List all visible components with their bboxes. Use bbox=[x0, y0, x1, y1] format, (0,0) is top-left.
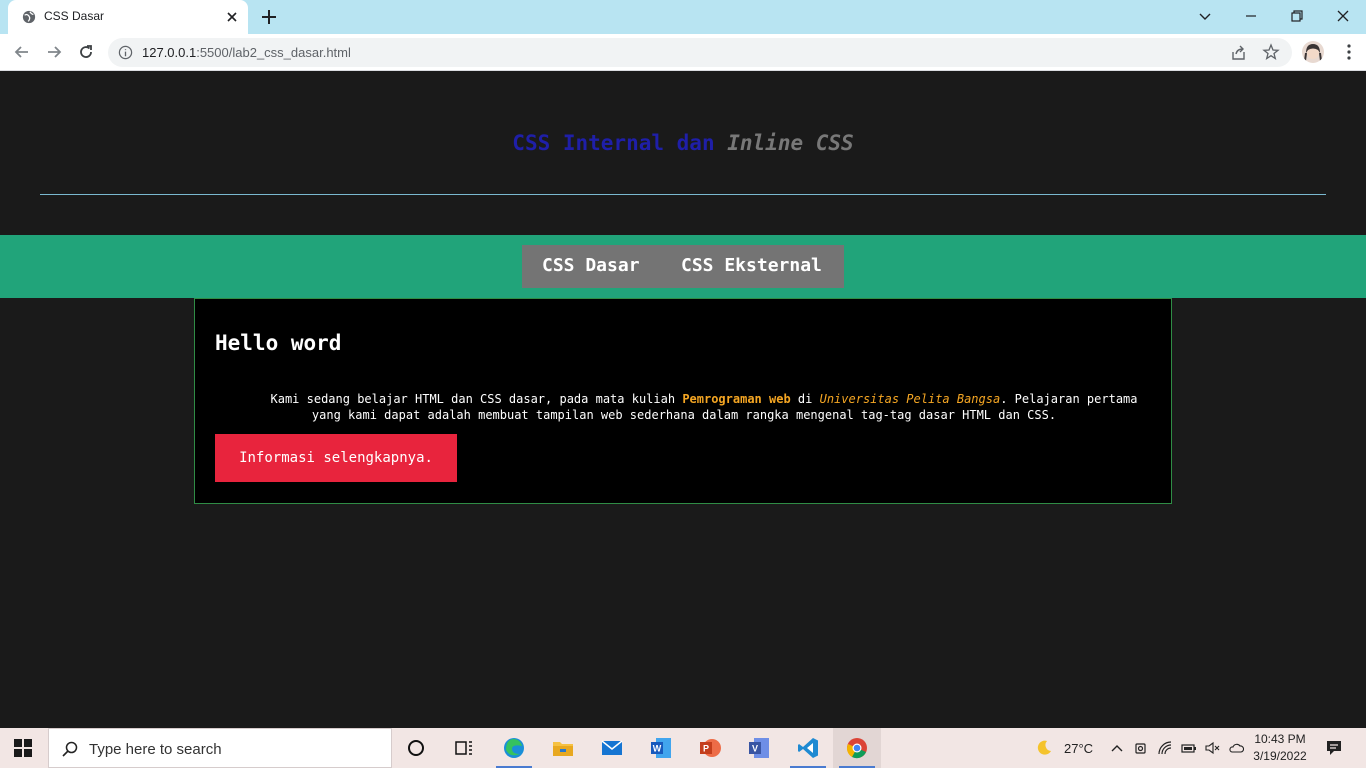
weather-temperature[interactable]: 27°C bbox=[1064, 741, 1093, 756]
search-icon bbox=[62, 741, 78, 757]
paragraph-text-1: Kami sedang belajar HTML dan CSS dasar, … bbox=[270, 392, 683, 406]
page-title-blue: CSS Internal dan bbox=[512, 131, 715, 155]
mail-icon bbox=[601, 740, 623, 755]
menu-kebab-icon[interactable] bbox=[1340, 43, 1358, 61]
search-placeholder: Type here to search bbox=[89, 741, 222, 758]
show-hidden-icons-chevron-icon[interactable] bbox=[1109, 740, 1125, 756]
edge-icon bbox=[504, 738, 524, 758]
word-icon: W bbox=[651, 738, 671, 758]
url-host: 127.0.0.1 bbox=[142, 45, 197, 60]
wifi-icon[interactable] bbox=[1157, 740, 1173, 756]
taskbar-search-box[interactable]: Type here to search bbox=[48, 728, 392, 768]
highlight-course: Pemrograman web bbox=[682, 392, 791, 406]
browser-tab-strip: CSS Dasar bbox=[0, 0, 1366, 34]
browser-toolbar: 127.0.0.1:5500/lab2_css_dasar.html bbox=[0, 34, 1366, 71]
globe-icon bbox=[22, 10, 36, 24]
nav-menu: CSS Dasar CSS Eksternal bbox=[522, 245, 844, 288]
profile-avatar[interactable] bbox=[1302, 41, 1324, 63]
taskbar-cortana[interactable] bbox=[392, 728, 440, 768]
svg-text:V: V bbox=[752, 744, 758, 754]
restore-icon[interactable] bbox=[1287, 6, 1307, 26]
content-card: Hello word Kami sedang belajar HTML dan … bbox=[194, 298, 1172, 504]
forward-icon[interactable] bbox=[44, 42, 64, 62]
battery-icon[interactable] bbox=[1181, 740, 1197, 756]
chrome-icon bbox=[847, 738, 867, 759]
share-icon[interactable] bbox=[1230, 44, 1248, 62]
close-tab-icon[interactable] bbox=[224, 9, 240, 25]
page-title: CSS Internal dan Inline CSS bbox=[0, 131, 1366, 155]
clock-time: 10:43 PM bbox=[1254, 732, 1306, 746]
taskbar-clock[interactable]: 10:43 PM 3/19/2022 bbox=[1252, 731, 1308, 765]
weather-moon-icon[interactable] bbox=[1035, 739, 1053, 757]
card-title: Hello word bbox=[215, 331, 342, 355]
url-path: :5500/lab2_css_dasar.html bbox=[196, 45, 351, 60]
nav-link-css-eksternal[interactable]: CSS Eksternal bbox=[681, 255, 822, 276]
folder-icon bbox=[553, 742, 573, 756]
horizontal-rule bbox=[40, 194, 1326, 195]
nav-link-css-dasar[interactable]: CSS Dasar bbox=[542, 255, 640, 276]
windows-start-icon[interactable] bbox=[14, 739, 32, 757]
taskbar-file-explorer[interactable] bbox=[539, 728, 587, 768]
nav-band: CSS Dasar CSS Eksternal bbox=[0, 235, 1366, 298]
address-bar[interactable]: 127.0.0.1:5500/lab2_css_dasar.html bbox=[108, 38, 1292, 67]
new-tab-icon[interactable] bbox=[260, 8, 278, 26]
taskbar-mail[interactable] bbox=[588, 728, 636, 768]
reload-icon[interactable] bbox=[76, 42, 96, 62]
page-title-italic: Inline CSS bbox=[727, 131, 854, 155]
web-page: CSS Internal dan Inline CSS CSS Dasar CS… bbox=[0, 71, 1366, 728]
onedrive-cloud-icon[interactable] bbox=[1228, 740, 1244, 756]
card-paragraph: Kami sedang belajar HTML dan CSS dasar, … bbox=[215, 391, 1153, 423]
taskbar-word[interactable]: W bbox=[637, 728, 685, 768]
tab-search-chevron-icon[interactable] bbox=[1195, 6, 1215, 26]
notifications-icon[interactable] bbox=[1325, 739, 1343, 757]
task-view-icon bbox=[455, 741, 472, 755]
powerpoint-icon: P bbox=[700, 739, 721, 757]
volume-muted-icon[interactable] bbox=[1204, 740, 1220, 756]
avatar-icon bbox=[1304, 44, 1322, 62]
browser-tab[interactable]: CSS Dasar bbox=[8, 0, 248, 34]
svg-text:P: P bbox=[703, 744, 709, 754]
taskbar-vscode[interactable] bbox=[784, 728, 832, 768]
site-info-icon[interactable] bbox=[118, 45, 133, 60]
taskbar-chrome[interactable] bbox=[833, 728, 881, 768]
visio-icon: V bbox=[749, 738, 769, 758]
taskbar-visio[interactable]: V bbox=[735, 728, 783, 768]
tab-title: CSS Dasar bbox=[44, 9, 105, 23]
bookmark-star-icon[interactable] bbox=[1262, 43, 1280, 61]
highlight-university: Universitas Pelita Bangsa bbox=[819, 392, 1001, 406]
window-close-icon[interactable] bbox=[1333, 6, 1353, 26]
windows-taskbar: Type here to search W P V 27°C 10:43 PM … bbox=[0, 728, 1366, 768]
taskbar-powerpoint[interactable]: P bbox=[686, 728, 734, 768]
meet-now-icon[interactable] bbox=[1133, 740, 1149, 756]
more-info-button[interactable]: Informasi selengkapnya. bbox=[215, 434, 457, 482]
cortana-circle-icon bbox=[408, 740, 424, 756]
minimize-icon[interactable] bbox=[1241, 6, 1261, 26]
taskbar-edge[interactable] bbox=[490, 728, 538, 768]
back-icon[interactable] bbox=[12, 42, 32, 62]
paragraph-text-2: di bbox=[790, 392, 820, 406]
clock-date: 3/19/2022 bbox=[1253, 749, 1307, 763]
url-text: 127.0.0.1:5500/lab2_css_dasar.html bbox=[142, 45, 351, 60]
taskbar-task-view[interactable] bbox=[440, 728, 488, 768]
svg-text:W: W bbox=[653, 744, 662, 754]
vscode-icon bbox=[798, 738, 818, 758]
